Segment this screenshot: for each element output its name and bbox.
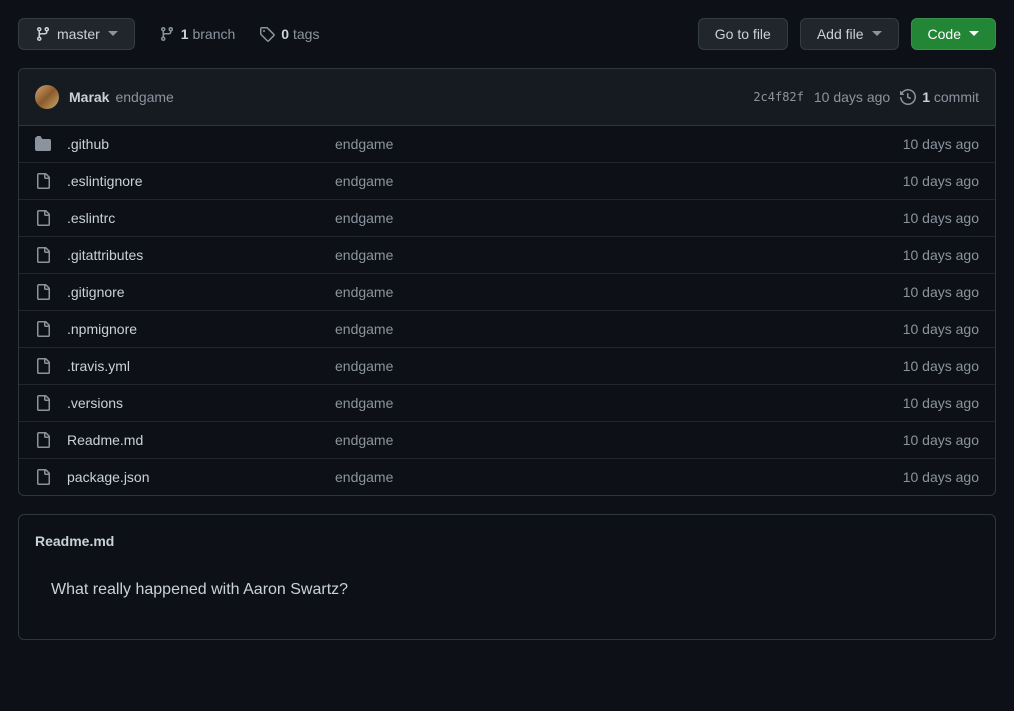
code-button-label: Code	[928, 26, 961, 42]
file-name-link[interactable]: .travis.yml	[67, 358, 130, 374]
file-icon	[35, 247, 51, 263]
file-time: 10 days ago	[903, 284, 979, 300]
tag-count: 0	[281, 26, 289, 42]
readme-body: What really happened with Aaron Swartz?	[35, 581, 979, 599]
file-commit-message[interactable]: endgame	[335, 136, 393, 152]
file-icon	[35, 284, 51, 300]
file-commit-message[interactable]: endgame	[335, 173, 393, 189]
file-row: .npmignore endgame 10 days ago	[19, 311, 995, 348]
avatar[interactable]	[35, 85, 59, 109]
file-name-link[interactable]: .eslintrc	[67, 210, 115, 226]
file-commit-message[interactable]: endgame	[335, 395, 393, 411]
file-name-link[interactable]: .github	[67, 136, 109, 152]
go-to-file-button[interactable]: Go to file	[698, 18, 788, 50]
file-icon	[35, 321, 51, 337]
file-commit-message[interactable]: endgame	[335, 247, 393, 263]
tag-count-label: tags	[293, 26, 319, 42]
branch-name: master	[57, 26, 100, 42]
file-time: 10 days ago	[903, 136, 979, 152]
file-icon	[35, 210, 51, 226]
file-row: .eslintignore endgame 10 days ago	[19, 163, 995, 200]
commit-count: 1	[922, 89, 930, 105]
folder-icon	[35, 136, 51, 152]
commit-time: 10 days ago	[814, 89, 890, 105]
commits-link[interactable]: 1 commit	[900, 89, 979, 105]
caret-down-icon	[872, 31, 882, 37]
latest-commit-header: Marak endgame 2c4f82f 10 days ago 1 comm…	[19, 69, 995, 126]
file-icon	[35, 358, 51, 374]
git-branch-icon	[35, 26, 51, 42]
file-name-link[interactable]: .versions	[67, 395, 123, 411]
file-name-link[interactable]: .gitignore	[67, 284, 125, 300]
file-row: .travis.yml endgame 10 days ago	[19, 348, 995, 385]
file-rows-container: .github endgame 10 days ago .eslintignore en…	[19, 126, 995, 495]
file-time: 10 days ago	[903, 469, 979, 485]
branch-count: 1	[181, 26, 189, 42]
commit-author[interactable]: Marak	[69, 89, 109, 105]
commit-meta: 2c4f82f 10 days ago 1 commit	[753, 89, 979, 105]
git-branch-icon	[159, 26, 175, 42]
file-commit-message[interactable]: endgame	[335, 432, 393, 448]
file-name-link[interactable]: .gitattributes	[67, 247, 143, 263]
file-time: 10 days ago	[903, 247, 979, 263]
repo-toolbar: master 1 branch 0 tags Go to file Add fi…	[18, 18, 996, 50]
file-row: .gitattributes endgame 10 days ago	[19, 237, 995, 274]
file-commit-message[interactable]: endgame	[335, 210, 393, 226]
caret-down-icon	[969, 31, 979, 37]
history-icon	[900, 89, 916, 105]
add-file-button[interactable]: Add file	[800, 18, 899, 50]
file-name-link[interactable]: package.json	[67, 469, 150, 485]
file-row: package.json endgame 10 days ago	[19, 459, 995, 495]
tags-link[interactable]: 0 tags	[259, 26, 319, 42]
file-listing-box: Marak endgame 2c4f82f 10 days ago 1 comm…	[18, 68, 996, 496]
file-name-link[interactable]: Readme.md	[67, 432, 143, 448]
branch-count-label: branch	[192, 26, 235, 42]
tag-icon	[259, 26, 275, 42]
file-row: .eslintrc endgame 10 days ago	[19, 200, 995, 237]
file-commit-message[interactable]: endgame	[335, 321, 393, 337]
file-row: .gitignore endgame 10 days ago	[19, 274, 995, 311]
file-time: 10 days ago	[903, 210, 979, 226]
file-icon	[35, 173, 51, 189]
file-row: .github endgame 10 days ago	[19, 126, 995, 163]
readme-box: Readme.md What really happened with Aaro…	[18, 514, 996, 640]
file-commit-message[interactable]: endgame	[335, 284, 393, 300]
file-time: 10 days ago	[903, 395, 979, 411]
file-row: .versions endgame 10 days ago	[19, 385, 995, 422]
caret-down-icon	[108, 31, 118, 37]
file-time: 10 days ago	[903, 321, 979, 337]
readme-filename[interactable]: Readme.md	[35, 533, 979, 549]
file-icon	[35, 395, 51, 411]
file-name-link[interactable]: .npmignore	[67, 321, 137, 337]
toolbar-right: Go to file Add file Code	[698, 18, 996, 50]
file-time: 10 days ago	[903, 432, 979, 448]
file-time: 10 days ago	[903, 358, 979, 374]
code-button[interactable]: Code	[911, 18, 996, 50]
commit-message[interactable]: endgame	[115, 89, 173, 105]
commit-sha[interactable]: 2c4f82f	[753, 90, 804, 104]
file-name-link[interactable]: .eslintignore	[67, 173, 143, 189]
file-icon	[35, 469, 51, 485]
file-icon	[35, 432, 51, 448]
file-time: 10 days ago	[903, 173, 979, 189]
branch-selector-button[interactable]: master	[18, 18, 135, 50]
file-commit-message[interactable]: endgame	[335, 469, 393, 485]
file-commit-message[interactable]: endgame	[335, 358, 393, 374]
add-file-label: Add file	[817, 26, 864, 42]
file-row: Readme.md endgame 10 days ago	[19, 422, 995, 459]
branches-link[interactable]: 1 branch	[159, 26, 236, 42]
commit-count-label: commit	[934, 89, 979, 105]
